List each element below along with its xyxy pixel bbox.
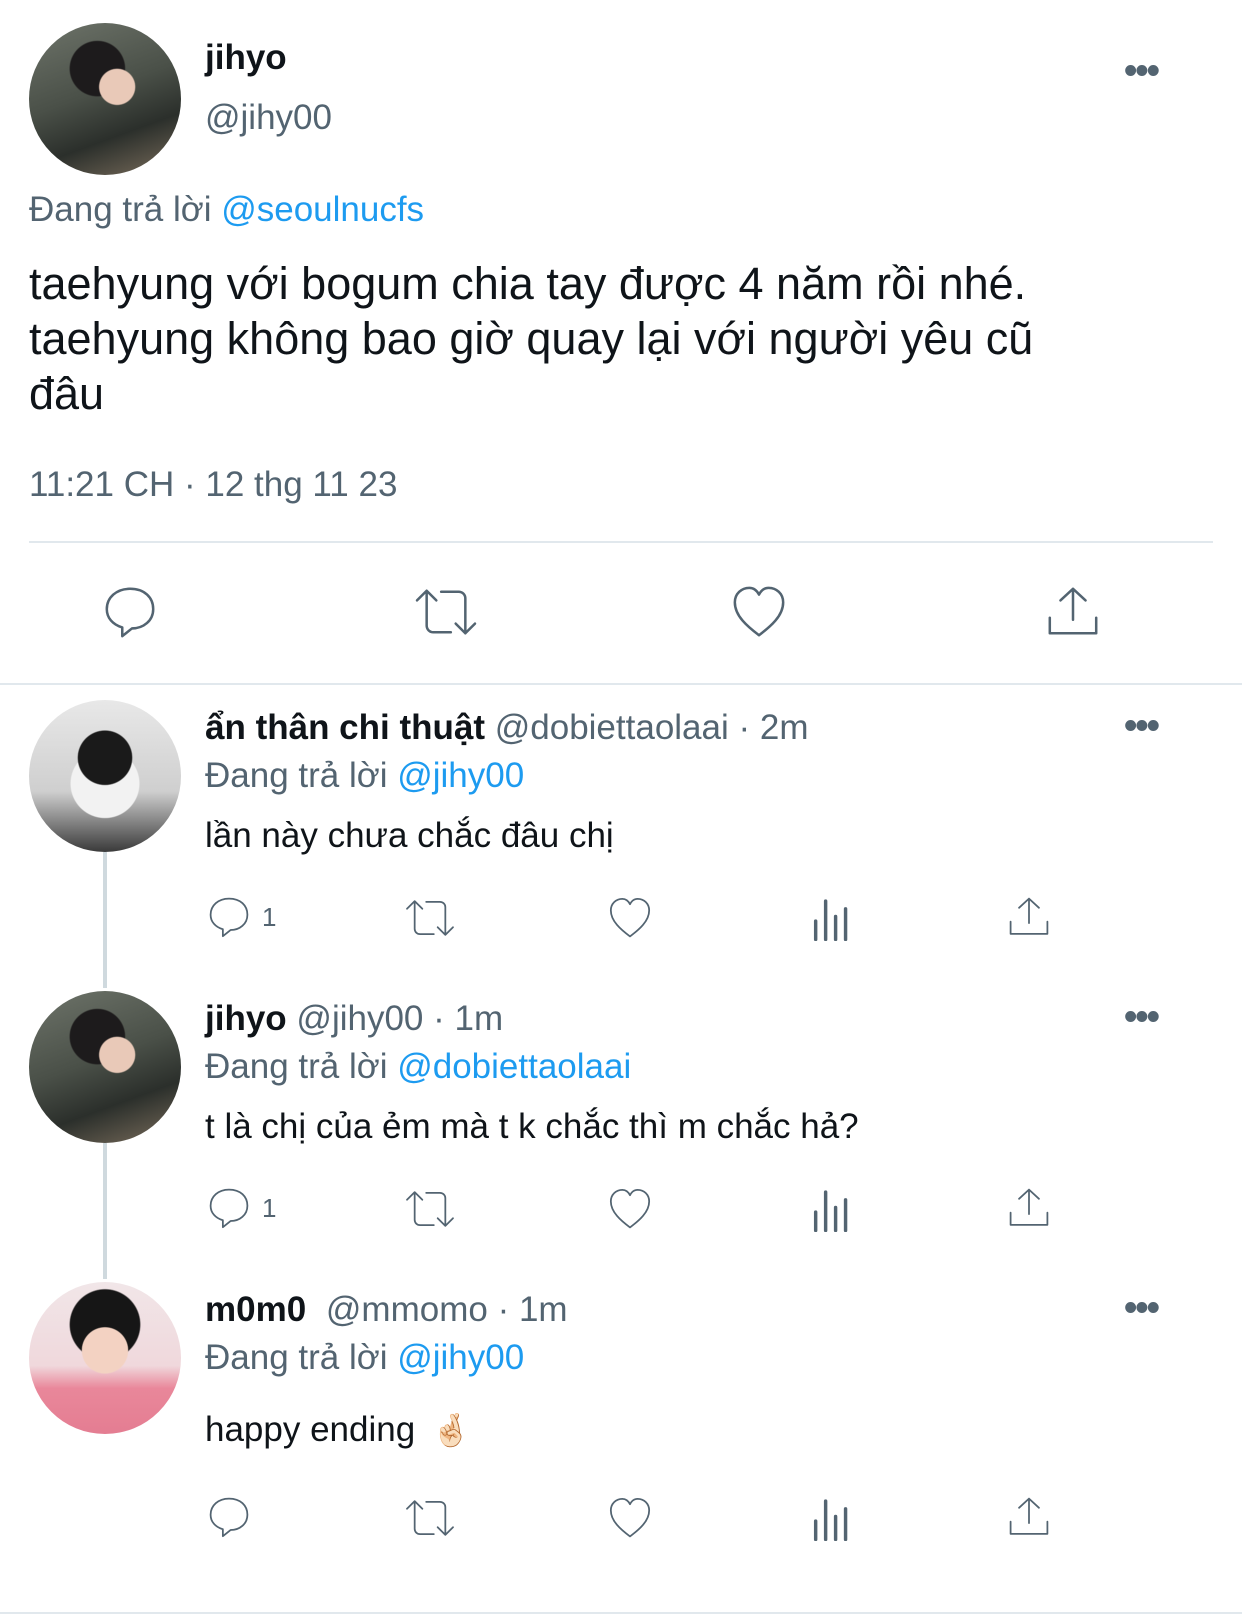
replying-prefix: Đang trả lời: [205, 1338, 388, 1377]
share-button[interactable]: [1006, 1185, 1052, 1236]
more-icon[interactable]: •••: [1124, 1289, 1160, 1327]
reply-icon: [209, 1188, 249, 1229]
like-button[interactable]: [730, 583, 788, 646]
reply-header: ẩn thân chi thuật @dobiettaolaai · 2m: [205, 708, 809, 748]
views-button[interactable]: [808, 1186, 854, 1237]
share-icon: [1009, 897, 1049, 935]
reply-text: happy ending: [205, 1410, 416, 1449]
reply-count: 1: [262, 1192, 277, 1223]
replying-prefix: Đang trả lời: [205, 1047, 388, 1086]
reply-text-row: happy ending 🤞🏻: [205, 1410, 471, 1450]
analytics-icon: [813, 1499, 848, 1542]
views-button[interactable]: [808, 895, 854, 946]
separator: ·: [184, 465, 196, 504]
retweet-icon: [406, 900, 454, 936]
heart-icon: [609, 897, 651, 938]
share-button[interactable]: [1044, 583, 1102, 646]
retweet-icon: [406, 1500, 454, 1536]
author-handle[interactable]: @jihy00: [205, 98, 332, 138]
author-name[interactable]: m0m0: [205, 1290, 306, 1329]
more-icon[interactable]: •••: [1124, 707, 1160, 745]
avatar[interactable]: [29, 700, 181, 852]
reply-header: m0m0 @mmomo · 1m: [205, 1290, 568, 1330]
tweet-text-line: taehyung với bogum chia tay được 4 năm r…: [29, 258, 1027, 309]
retweet-button[interactable]: [403, 1495, 457, 1546]
replying-to-link[interactable]: @dobiettaolaai: [397, 1047, 631, 1086]
reply-button[interactable]: 1: [206, 894, 276, 940]
reply-text: lần này chưa chắc đâu chị: [205, 816, 614, 855]
share-icon: [1009, 1188, 1049, 1226]
reply-text: t là chị của ẻm mà t k chắc thì m chắc h…: [205, 1107, 859, 1146]
replying-prefix: Đang trả lời: [205, 756, 388, 795]
replying-to: Đang trả lời @seoulnucfs: [29, 190, 424, 230]
author-name[interactable]: jihyo: [205, 38, 287, 78]
retweet-icon: [415, 589, 477, 635]
reply-icon: [209, 1497, 249, 1538]
author-handle[interactable]: @mmomo: [326, 1290, 488, 1329]
reply-time[interactable]: 1m: [519, 1290, 568, 1329]
thread-line: [103, 1143, 107, 1279]
divider: [29, 541, 1213, 543]
reply-button[interactable]: [206, 1494, 252, 1545]
reply-icon: [209, 897, 249, 938]
views-button[interactable]: [808, 1495, 854, 1546]
analytics-icon: [813, 1190, 848, 1233]
tweet-date: 12 thg 11 23: [205, 465, 398, 504]
separator: ·: [738, 708, 751, 747]
reply-button[interactable]: [101, 583, 159, 646]
separator: ·: [433, 999, 445, 1038]
retweet-button[interactable]: [403, 1186, 457, 1237]
replying-to: Đang trả lời @dobiettaolaai: [205, 1047, 631, 1087]
like-button[interactable]: [607, 1186, 653, 1237]
thread-line: [103, 852, 107, 988]
like-button[interactable]: [607, 1495, 653, 1546]
share-button[interactable]: [1006, 894, 1052, 945]
crossed-fingers-emoji: 🤞🏻: [430, 1412, 471, 1448]
author-name[interactable]: ẩn thân chi thuật: [205, 708, 485, 747]
analytics-icon: [813, 899, 848, 942]
more-icon[interactable]: •••: [1124, 52, 1160, 90]
divider: [0, 1612, 1242, 1614]
divider: [0, 683, 1242, 685]
replying-to: Đang trả lời @jihy00: [205, 1338, 524, 1378]
replying-to: Đang trả lời @jihy00: [205, 756, 524, 796]
author-handle[interactable]: @dobiettaolaai: [495, 708, 729, 747]
share-icon: [1048, 587, 1098, 635]
heart-icon: [609, 1497, 651, 1538]
replying-to-link[interactable]: @jihy00: [397, 756, 524, 795]
like-button[interactable]: [607, 895, 653, 946]
replying-to-link[interactable]: @jihy00: [397, 1338, 524, 1377]
tweet-timestamp[interactable]: 11:21 CH · 12 thg 11 23: [29, 465, 397, 505]
replying-to-link[interactable]: @seoulnucfs: [221, 190, 424, 229]
heart-icon: [609, 1188, 651, 1229]
share-icon: [1009, 1497, 1049, 1535]
retweet-button[interactable]: [403, 895, 457, 946]
heart-icon: [733, 586, 785, 637]
reply-button[interactable]: 1: [206, 1185, 276, 1231]
reply-header: jihyo @jihy00 · 1m: [205, 999, 503, 1039]
tweet-text-line: đâu: [29, 368, 105, 419]
tweet-time: 11:21 CH: [29, 465, 175, 504]
reply-count: 1: [262, 901, 277, 932]
avatar[interactable]: [29, 991, 181, 1143]
share-button[interactable]: [1006, 1494, 1052, 1545]
separator: ·: [497, 1290, 510, 1329]
tweet-text: taehyung với bogum chia tay được 4 năm r…: [29, 256, 1219, 421]
retweet-button[interactable]: [413, 583, 479, 646]
replying-prefix: Đang trả lời: [29, 190, 212, 229]
reply-icon: [105, 587, 155, 638]
reply-time[interactable]: 1m: [455, 999, 504, 1038]
reply-time[interactable]: 2m: [760, 708, 809, 747]
author-handle[interactable]: @jihy00: [296, 999, 423, 1038]
avatar[interactable]: [29, 1282, 181, 1434]
more-icon[interactable]: •••: [1124, 998, 1160, 1036]
tweet-text-line: taehyung không bao giờ quay lại với ngườ…: [29, 313, 1034, 364]
retweet-icon: [406, 1191, 454, 1227]
author-name[interactable]: jihyo: [205, 999, 287, 1038]
avatar[interactable]: [29, 23, 181, 175]
